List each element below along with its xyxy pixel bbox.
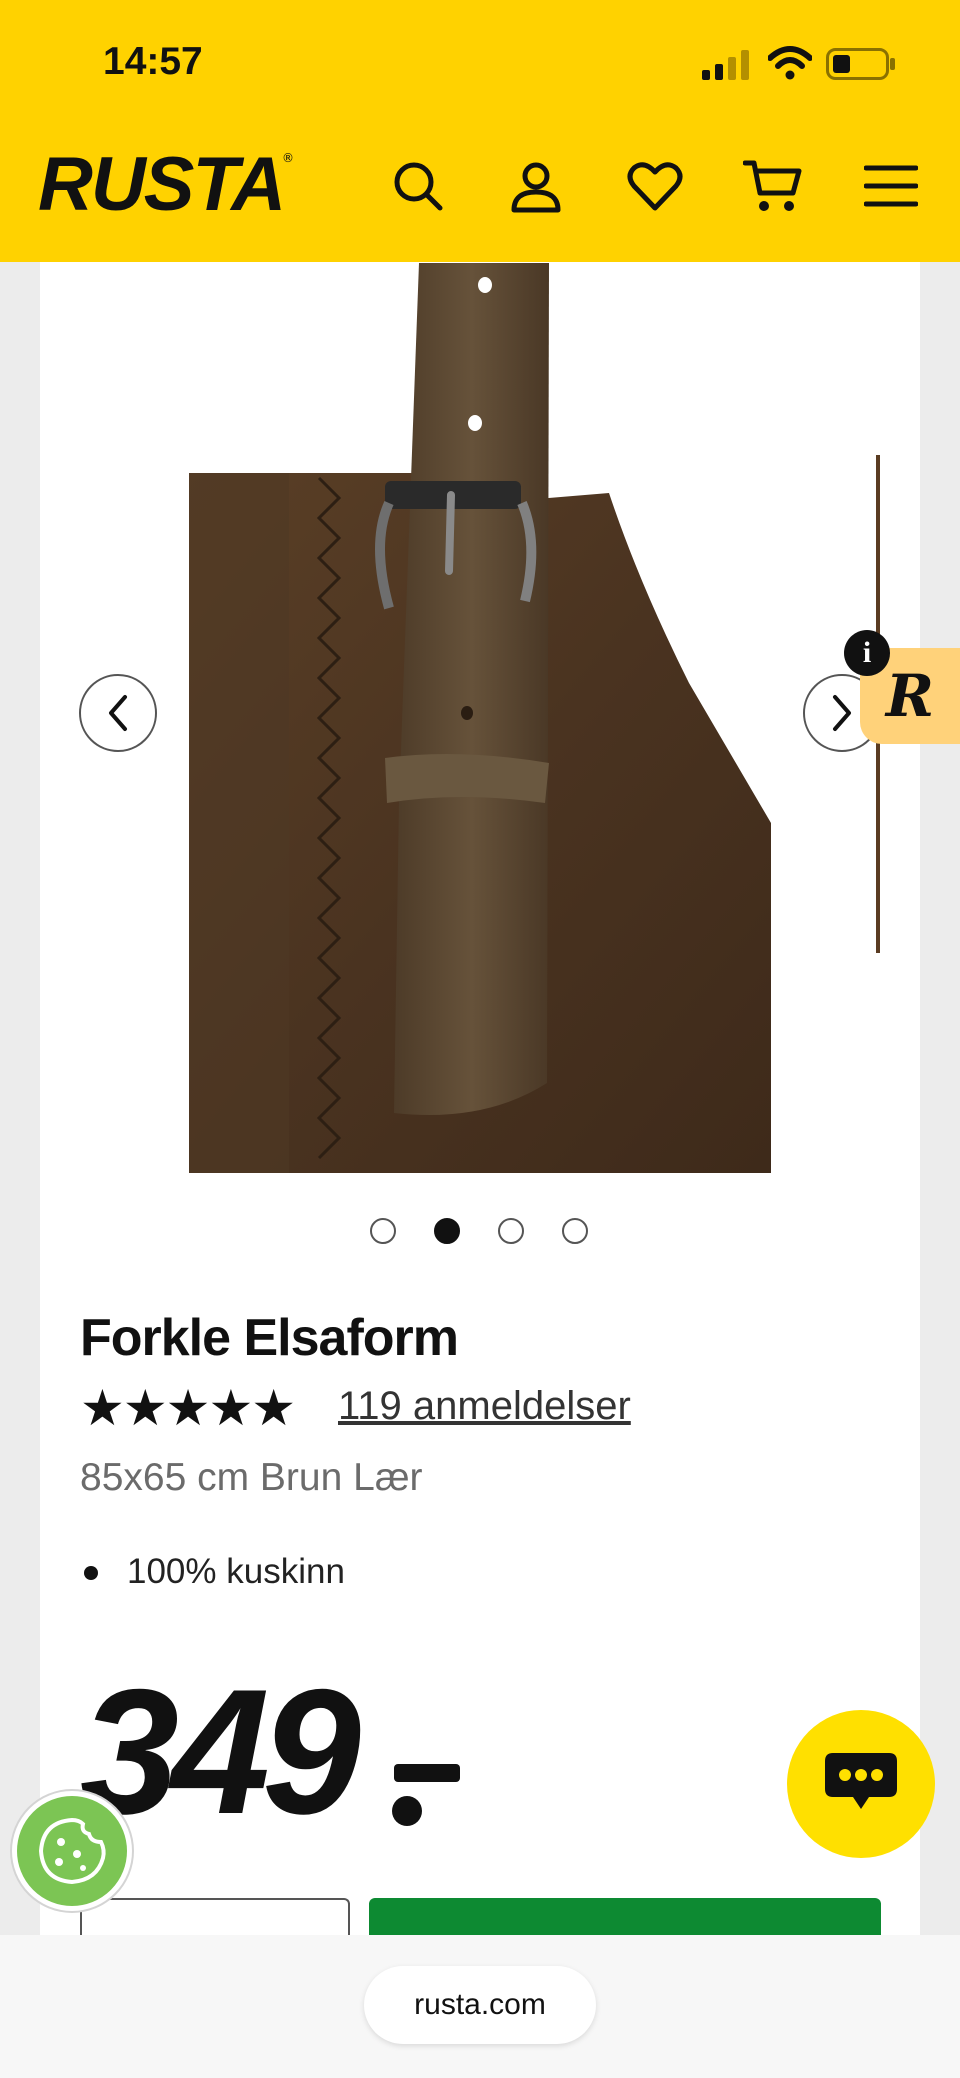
search-button[interactable] — [384, 152, 452, 220]
cookie-settings-button[interactable] — [12, 1791, 132, 1911]
account-icon — [511, 162, 561, 213]
top-header: 14:57 RUSTA ® — [0, 0, 960, 262]
battery-icon — [826, 48, 895, 80]
rating-stars: ★★★★★ — [80, 1379, 296, 1437]
chat-icon — [825, 1753, 897, 1809]
cart-icon — [743, 160, 802, 211]
cellular-signal-icon — [702, 50, 749, 80]
previous-image-button[interactable] — [79, 674, 157, 752]
rating-widget-letter: R — [885, 662, 935, 730]
price-dot-mark — [392, 1796, 422, 1826]
price-dash-mark — [394, 1764, 460, 1782]
chevron-left-icon — [109, 695, 127, 731]
browser-url-bar[interactable]: rusta.com — [364, 1966, 596, 2044]
menu-icon — [864, 165, 918, 207]
reviews-link[interactable]: 119 anmeldelser — [338, 1384, 631, 1429]
cart-button[interactable] — [739, 152, 807, 220]
rusta-logo[interactable]: RUSTA ® — [38, 145, 298, 225]
feature-bullet — [84, 1566, 98, 1580]
info-icon[interactable]: i — [844, 630, 890, 676]
wifi-icon — [768, 46, 812, 80]
heart-icon — [627, 162, 683, 211]
wishlist-button[interactable] — [621, 152, 689, 220]
account-button[interactable] — [502, 152, 570, 220]
product-price: 349 — [80, 1652, 361, 1851]
menu-button[interactable] — [857, 152, 925, 220]
product-title: Forkle Elsaform — [80, 1309, 459, 1367]
gallery-dot-4[interactable] — [562, 1218, 588, 1244]
logo-registered-mark: ® — [282, 151, 294, 165]
gallery-dot-3[interactable] — [498, 1218, 524, 1244]
logo-text: RUSTA — [38, 142, 286, 227]
gallery-dot-1[interactable] — [370, 1218, 396, 1244]
product-image[interactable] — [189, 263, 771, 1173]
chat-button[interactable] — [787, 1710, 935, 1858]
status-time: 14:57 — [103, 40, 203, 83]
cookie-icon — [38, 1817, 106, 1885]
gallery-pagination — [370, 1218, 588, 1244]
gallery-dot-2[interactable] — [434, 1218, 460, 1244]
chevron-right-icon — [833, 695, 851, 731]
feature-item: 100% kuskinn — [127, 1552, 345, 1591]
product-subtitle: 85x65 cm Brun Lær — [80, 1456, 423, 1499]
search-icon — [394, 162, 443, 211]
